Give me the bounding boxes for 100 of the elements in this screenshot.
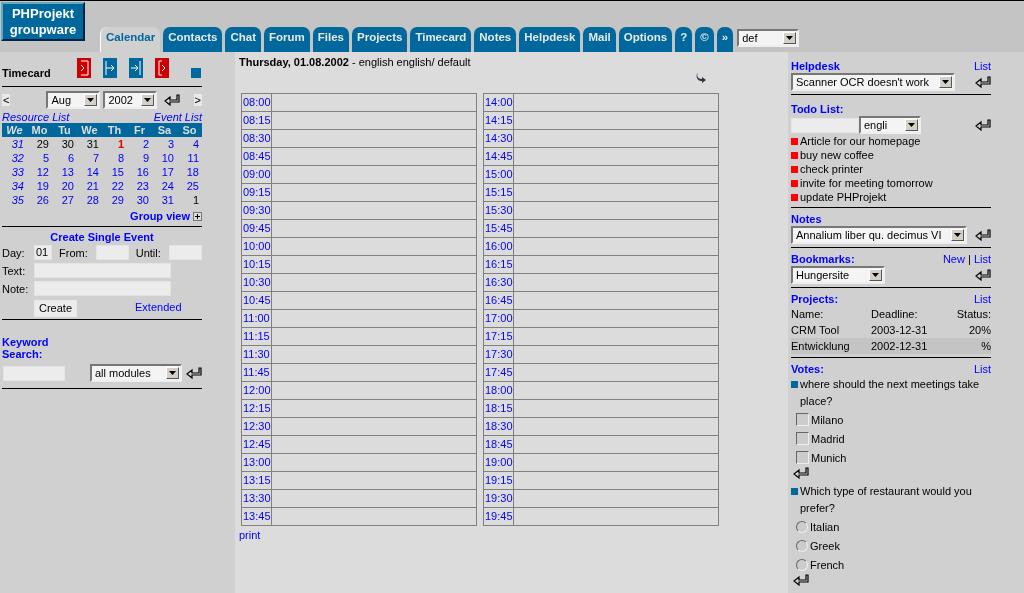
calendar-day[interactable]: 20 <box>52 180 77 192</box>
time-slot-link[interactable]: 11:45 <box>242 364 272 382</box>
event-list-link[interactable]: Event List <box>153 111 202 123</box>
time-slot-link[interactable]: 18:00 <box>484 382 514 400</box>
time-slot-link[interactable]: 18:30 <box>484 418 514 436</box>
nav-tab[interactable]: Calendar <box>100 27 161 52</box>
todo-item[interactable]: invite for meeting tomorrow <box>800 177 933 189</box>
dropdown[interactable]: Hungersite <box>791 266 885 284</box>
group-view-link[interactable]: Group view <box>130 210 190 222</box>
time-slot-link[interactable]: 16:00 <box>484 238 514 256</box>
calendar-day[interactable]: 31 <box>77 138 102 150</box>
checkbox[interactable] <box>796 451 809 464</box>
nav-tab[interactable]: Timecard <box>410 27 472 52</box>
time-slot-link[interactable]: 19:30 <box>484 490 514 508</box>
time-slot-link[interactable]: 13:45 <box>242 508 272 526</box>
calendar-day[interactable]: 18 <box>177 166 202 178</box>
time-slot-link[interactable]: 13:00 <box>242 454 272 472</box>
nav-tab[interactable]: Notes <box>474 27 517 52</box>
calendar-day[interactable]: 4 <box>177 138 202 150</box>
caret-icon[interactable] <box>954 233 961 237</box>
time-slot-link[interactable]: 08:00 <box>242 94 272 112</box>
nav-tab[interactable]: Forum <box>264 27 310 52</box>
calendar-day[interactable]: 3 <box>152 138 177 150</box>
nav-tab[interactable]: Helpdesk <box>519 27 581 52</box>
enter-icon[interactable] <box>975 76 991 88</box>
plus-icon[interactable] <box>193 211 202 221</box>
dropdown[interactable]: 2002 <box>103 91 158 109</box>
calendar-day[interactable]: 14 <box>77 166 102 178</box>
time-slot-link[interactable]: 18:15 <box>484 400 514 418</box>
calendar-day[interactable]: 19 <box>27 180 52 192</box>
calendar-day[interactable]: 10 <box>152 152 177 164</box>
checkbox[interactable] <box>796 413 809 426</box>
list-link[interactable]: List <box>973 362 991 375</box>
time-slot-link[interactable]: 10:45 <box>242 292 272 310</box>
nav-tab[interactable]: Projects <box>352 27 408 52</box>
enter-icon[interactable] <box>793 467 809 479</box>
calendar-day[interactable]: 31 <box>152 194 177 206</box>
time-slot-link[interactable]: 08:30 <box>242 130 272 148</box>
enter-icon[interactable] <box>975 269 991 281</box>
time-slot-link[interactable]: 17:15 <box>484 328 514 346</box>
time-slot-link[interactable]: 10:15 <box>242 256 272 274</box>
calendar-day[interactable]: 25 <box>177 180 202 192</box>
time-slot-link[interactable]: 12:00 <box>242 382 272 400</box>
time-slot-link[interactable]: 11:00 <box>242 310 272 328</box>
dropdown[interactable]: Scanner OCR doesn't work <box>791 73 955 91</box>
week-number[interactable]: 32 <box>2 152 27 164</box>
clock-out-icon[interactable] <box>76 58 91 78</box>
time-slot-link[interactable]: 10:30 <box>242 274 272 292</box>
time-slot-link[interactable]: 11:15 <box>242 328 272 346</box>
time-slot-link[interactable]: 12:30 <box>242 418 272 436</box>
calendar-day[interactable]: 7 <box>77 152 102 164</box>
calendar-day[interactable]: 30 <box>52 138 77 150</box>
enter-icon[interactable] <box>975 119 991 131</box>
time-slot-link[interactable]: 15:45 <box>484 220 514 238</box>
calendar-day[interactable]: 21 <box>77 180 102 192</box>
calendar-day[interactable]: 9 <box>127 152 152 164</box>
time-slot-link[interactable]: 12:15 <box>242 400 272 418</box>
nav-tab[interactable]: ? <box>675 27 693 52</box>
week-number[interactable]: 31 <box>2 138 27 150</box>
note-field[interactable] <box>34 281 171 296</box>
time-slot-link[interactable]: 11:30 <box>242 346 272 364</box>
week-number[interactable]: 34 <box>2 180 27 192</box>
app-logo[interactable]: PHProjekt groupware <box>1 2 85 41</box>
todo-field[interactable] <box>791 117 859 133</box>
time-slot-link[interactable]: 14:00 <box>484 94 514 112</box>
resource-list-link[interactable]: Resource List <box>2 111 70 123</box>
time-slot-link[interactable]: 16:30 <box>484 274 514 292</box>
search-field[interactable] <box>3 365 65 381</box>
project-row[interactable]: CRM Tool 2003-12-31 20% <box>791 322 991 338</box>
clock-in-icon[interactable] <box>128 58 143 78</box>
calendar-day[interactable]: 29 <box>27 138 52 150</box>
project-row[interactable]: Entwicklung 2002-12-31 % <box>791 338 991 354</box>
dropdown[interactable]: def <box>737 29 800 47</box>
calendar-day[interactable]: 11 <box>177 152 202 164</box>
nav-tab[interactable]: © <box>695 27 714 52</box>
time-slot-link[interactable]: 17:45 <box>484 364 514 382</box>
time-slot-link[interactable]: 19:15 <box>484 472 514 490</box>
extended-link[interactable]: Extended <box>135 300 182 313</box>
calendar-day[interactable]: 15 <box>102 166 127 178</box>
radio-button[interactable] <box>796 520 808 533</box>
list-link[interactable]: List <box>973 252 991 265</box>
text-field[interactable] <box>34 263 171 278</box>
calendar-day[interactable]: 27 <box>52 194 77 206</box>
todo-item[interactable]: buy new coffee <box>800 149 874 161</box>
time-slot-link[interactable]: 13:15 <box>242 472 272 490</box>
caret-icon[interactable] <box>908 123 915 127</box>
list-link[interactable]: List <box>973 292 991 305</box>
time-slot-link[interactable]: 09:30 <box>242 202 272 220</box>
nav-tab[interactable]: Files <box>312 27 349 52</box>
time-slot-link[interactable]: 13:30 <box>242 490 272 508</box>
checkbox[interactable] <box>796 432 809 445</box>
time-slot-link[interactable]: 08:45 <box>242 148 272 166</box>
time-slot-link[interactable]: 19:00 <box>484 454 514 472</box>
time-slot-link[interactable]: 09:00 <box>242 166 272 184</box>
time-slot-link[interactable]: 09:45 <box>242 220 272 238</box>
time-slot-link[interactable]: 15:30 <box>484 202 514 220</box>
calendar-day[interactable]: 29 <box>102 194 127 206</box>
dropdown[interactable]: all modules <box>90 364 182 382</box>
time-slot-link[interactable]: 09:15 <box>242 184 272 202</box>
time-slot-link[interactable]: 19:45 <box>484 508 514 526</box>
